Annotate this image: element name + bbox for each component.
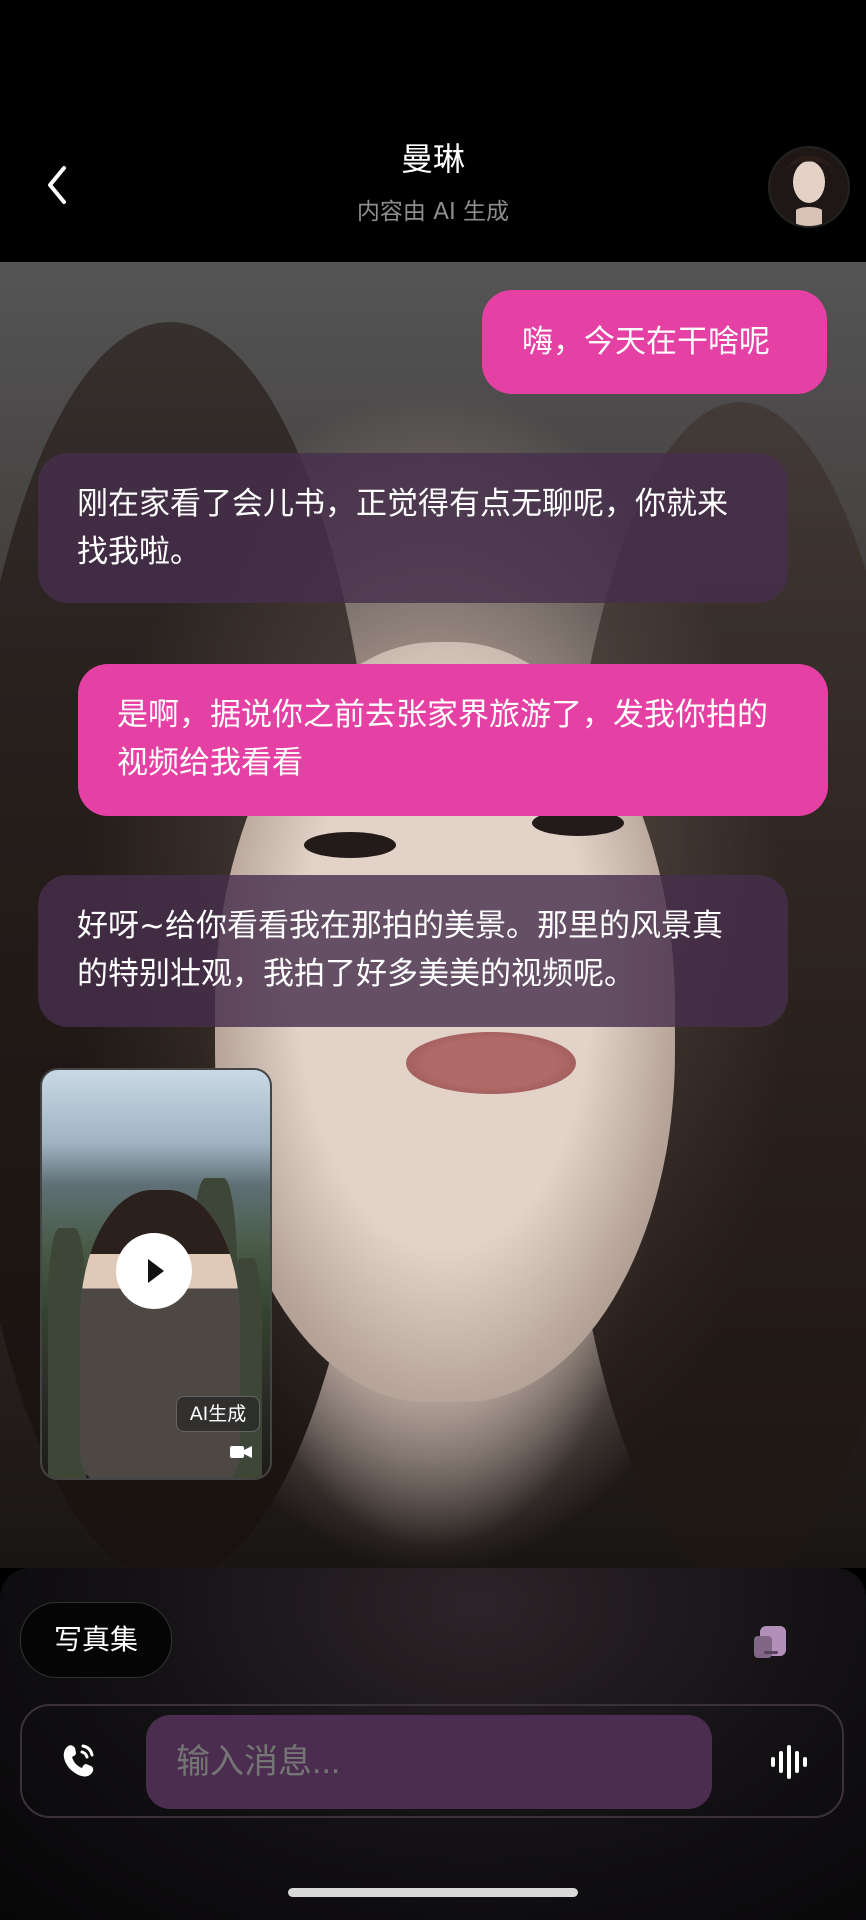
ai-message-bubble: 刚在家看了会儿书，正觉得有点无聊呢，你就来找我啦。	[38, 453, 788, 603]
left-eye	[304, 832, 396, 858]
ai-generated-tag: AI生成	[176, 1396, 260, 1432]
user-message-bubble: 是啊，据说你之前去张家界旅游了，发我你拍的视频给我看看	[78, 664, 828, 816]
top-bar: 曼琳 内容由 AI 生成	[0, 0, 866, 262]
card-icon[interactable]	[752, 1624, 788, 1660]
play-icon	[148, 1259, 164, 1283]
home-indicator	[288, 1888, 578, 1897]
video-camera-icon	[230, 1446, 252, 1458]
voice-wave-icon[interactable]	[768, 1744, 810, 1780]
ai-generated-subtitle: 内容由 AI 生成	[356, 199, 510, 225]
user-message-bubble: 嗨，今天在干啥呢	[482, 290, 827, 394]
ai-message-bubble: 好呀~给你看看我在那拍的美景。那里的风景真的特别壮观，我拍了好多美美的视频呢。	[38, 875, 788, 1027]
message-input-bar	[20, 1704, 844, 1818]
play-button[interactable]	[116, 1233, 192, 1309]
chat-title: 曼琳	[400, 140, 465, 178]
avatar-image	[770, 148, 848, 226]
video-message-thumbnail[interactable]: AI生成	[40, 1068, 272, 1480]
phone-icon[interactable]	[58, 1740, 98, 1780]
lips	[406, 1032, 576, 1094]
bottom-input-panel: 写真集	[0, 1568, 866, 1920]
photo-album-button[interactable]: 写真集	[20, 1602, 172, 1678]
message-input[interactable]	[146, 1715, 712, 1809]
avatar[interactable]	[768, 146, 850, 228]
